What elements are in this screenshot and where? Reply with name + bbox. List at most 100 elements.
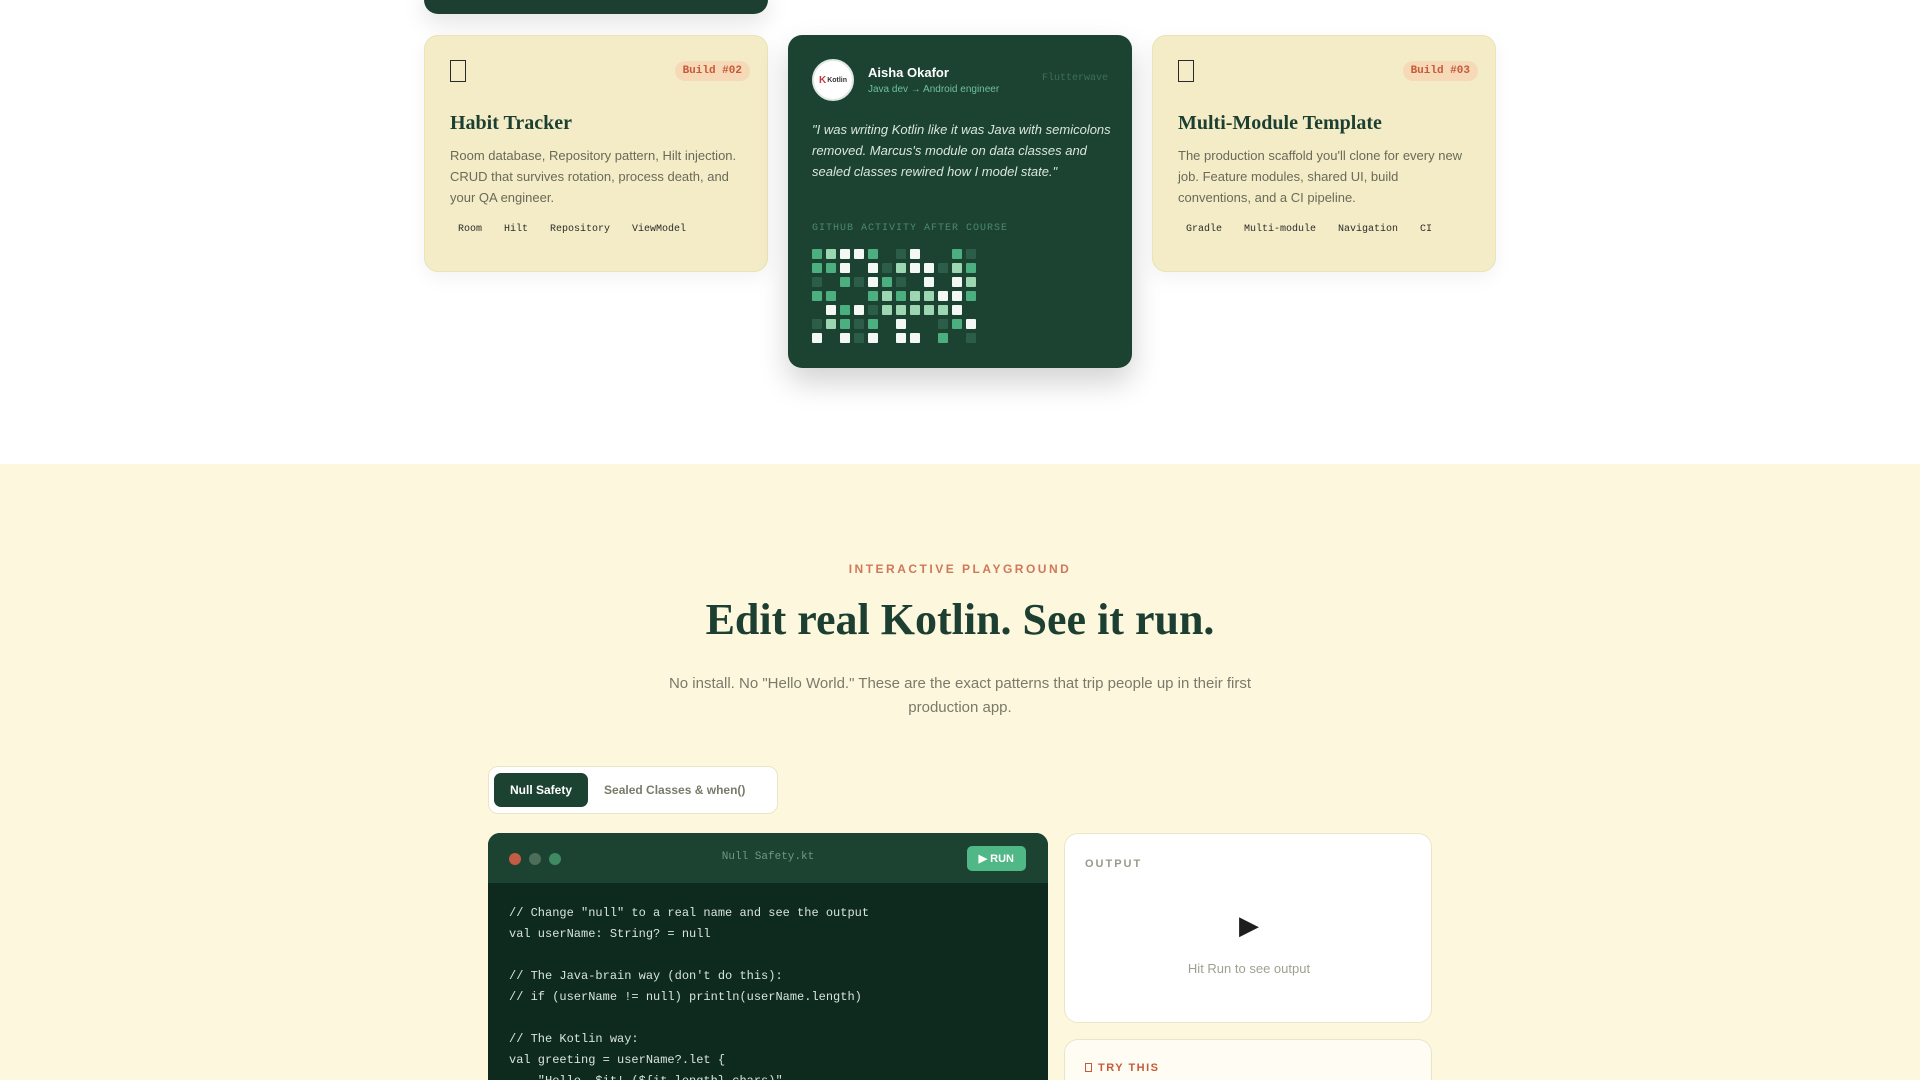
activity-cell: [854, 291, 864, 301]
activity-cell: [882, 249, 892, 259]
activity-cell: [924, 333, 934, 343]
activity-cell: [938, 333, 948, 343]
activity-cell: [812, 319, 822, 329]
activity-cell: [896, 305, 906, 315]
activity-cell: [868, 277, 878, 287]
play-icon: ▶: [1239, 910, 1259, 940]
editor-filename: Null Safety.kt: [721, 851, 815, 863]
code-line[interactable]: // if (userName != null) println(userNam…: [509, 987, 1027, 1008]
code-line[interactable]: // Change "null" to a real name and see …: [509, 903, 1027, 924]
tag: ViewModel: [632, 224, 687, 235]
code-line[interactable]: [509, 945, 1027, 966]
section-subtitle: No install. No "Hello World." These are …: [668, 675, 1252, 716]
example-tabs: Null Safety Sealed Classes & when(): [488, 766, 778, 814]
tag: Room: [458, 224, 483, 235]
activity-cell: [910, 263, 920, 273]
code-line[interactable]: val userName: String? = null: [509, 924, 1027, 945]
activity-label: GITHUB ACTIVITY AFTER COURSE: [812, 223, 1009, 234]
section-headline: Edit real Kotlin. See it run.: [705, 595, 1215, 644]
activity-cell: [868, 305, 878, 315]
project-description: Room database, Repository pattern, Hilt …: [450, 148, 737, 205]
project-title: Multi-Module Template: [1178, 112, 1382, 134]
activity-cell: [952, 277, 962, 287]
activity-cell: [812, 305, 822, 315]
activity-cell: [938, 277, 948, 287]
tag-list: Room Hilt Repository ViewModel: [450, 220, 742, 239]
activity-cell: [854, 263, 864, 273]
project-title: Habit Tracker: [450, 112, 573, 134]
activity-cell: [952, 333, 962, 343]
code-line[interactable]: val greeting = userName?.let {: [509, 1050, 1027, 1071]
section-eyebrow: INTERACTIVE PLAYGROUND: [848, 562, 1072, 576]
project-card-habit-tracker[interactable]: Build #02 Habit Tracker Room database, R…: [424, 35, 768, 272]
activity-cell: [938, 305, 948, 315]
code-line[interactable]: // The Java-brain way (don't do this):: [509, 966, 1027, 987]
activity-cell: [882, 319, 892, 329]
activity-cell: [854, 249, 864, 259]
activity-cell: [910, 249, 920, 259]
tag: Multi-module: [1244, 224, 1317, 235]
activity-cell: [924, 249, 934, 259]
activity-cell: [952, 319, 962, 329]
activity-cell: [924, 319, 934, 329]
activity-cell: [966, 249, 976, 259]
activity-cell: [952, 291, 962, 301]
code-line[interactable]: // The Kotlin way:: [509, 1029, 1027, 1050]
activity-cell: [812, 277, 822, 287]
try-this-heading: TRY THIS: [1085, 1062, 1160, 1074]
tab-null-safety[interactable]: Null Safety: [494, 773, 589, 807]
tag: Navigation: [1338, 224, 1399, 235]
previous-card-bottom: [424, 0, 768, 14]
activity-cell: [840, 319, 850, 329]
activity-cell: [896, 263, 906, 273]
activity-cell: [952, 249, 962, 259]
activity-cell: [924, 305, 934, 315]
activity-cell: [938, 263, 948, 273]
build-badge: Build #03: [1402, 61, 1478, 81]
kotlin-logo-icon: K: [818, 74, 827, 86]
activity-cell: [868, 291, 878, 301]
code-editor[interactable]: Null Safety.kt ▶ RUN // Change "null" to…: [488, 833, 1048, 1080]
playground-section: INTERACTIVE PLAYGROUND Edit real Kotlin.…: [0, 464, 1920, 1080]
activity-cell: [938, 291, 948, 301]
activity-cell: [854, 277, 864, 287]
activity-cell: [924, 291, 934, 301]
activity-cell: [840, 249, 850, 259]
activity-cell: [854, 333, 864, 343]
activity-cell: [896, 249, 906, 259]
github-activity-grid: [812, 249, 976, 343]
project-description: The production scaffold you'll clone for…: [1178, 148, 1463, 205]
try-this-label: TRY THIS: [1098, 1062, 1160, 1074]
activity-cell: [882, 333, 892, 343]
activity-cell: [868, 333, 878, 343]
code-line[interactable]: [509, 1008, 1027, 1029]
activity-cell: [812, 291, 822, 301]
activity-cell: [812, 333, 822, 343]
activity-cell: [826, 249, 836, 259]
testimonial-card: K Kotlin Aisha Okafor Java dev → Android…: [788, 35, 1132, 368]
activity-cell: [966, 333, 976, 343]
build-badge: Build #02: [674, 61, 750, 81]
editor-titlebar: Null Safety.kt ▶ RUN: [488, 833, 1048, 883]
activity-cell: [896, 319, 906, 329]
tag: CI: [1420, 224, 1433, 235]
tab-sealed-classes[interactable]: Sealed Classes & when(): [588, 773, 761, 807]
testimonial-quote: "I was writing Kotlin like it was Java w…: [812, 122, 1111, 179]
activity-cell: [840, 333, 850, 343]
activity-cell: [826, 263, 836, 273]
activity-cell: [938, 249, 948, 259]
activity-cell: [812, 263, 822, 273]
activity-cell: [826, 305, 836, 315]
tag: Gradle: [1186, 224, 1223, 235]
code-area[interactable]: // Change "null" to a real name and see …: [488, 883, 1048, 1080]
activity-cell: [826, 333, 836, 343]
code-line[interactable]: "Hello, $it! (${it.length} chars)": [509, 1071, 1027, 1080]
project-icon: [1178, 60, 1194, 82]
activity-cell: [966, 277, 976, 287]
activity-cell: [868, 249, 878, 259]
run-button[interactable]: ▶ RUN: [966, 846, 1026, 871]
activity-cell: [826, 277, 836, 287]
activity-cell: [924, 277, 934, 287]
project-card-multi-module[interactable]: Build #03 Multi-Module Template The prod…: [1152, 35, 1496, 272]
activity-cell: [826, 291, 836, 301]
